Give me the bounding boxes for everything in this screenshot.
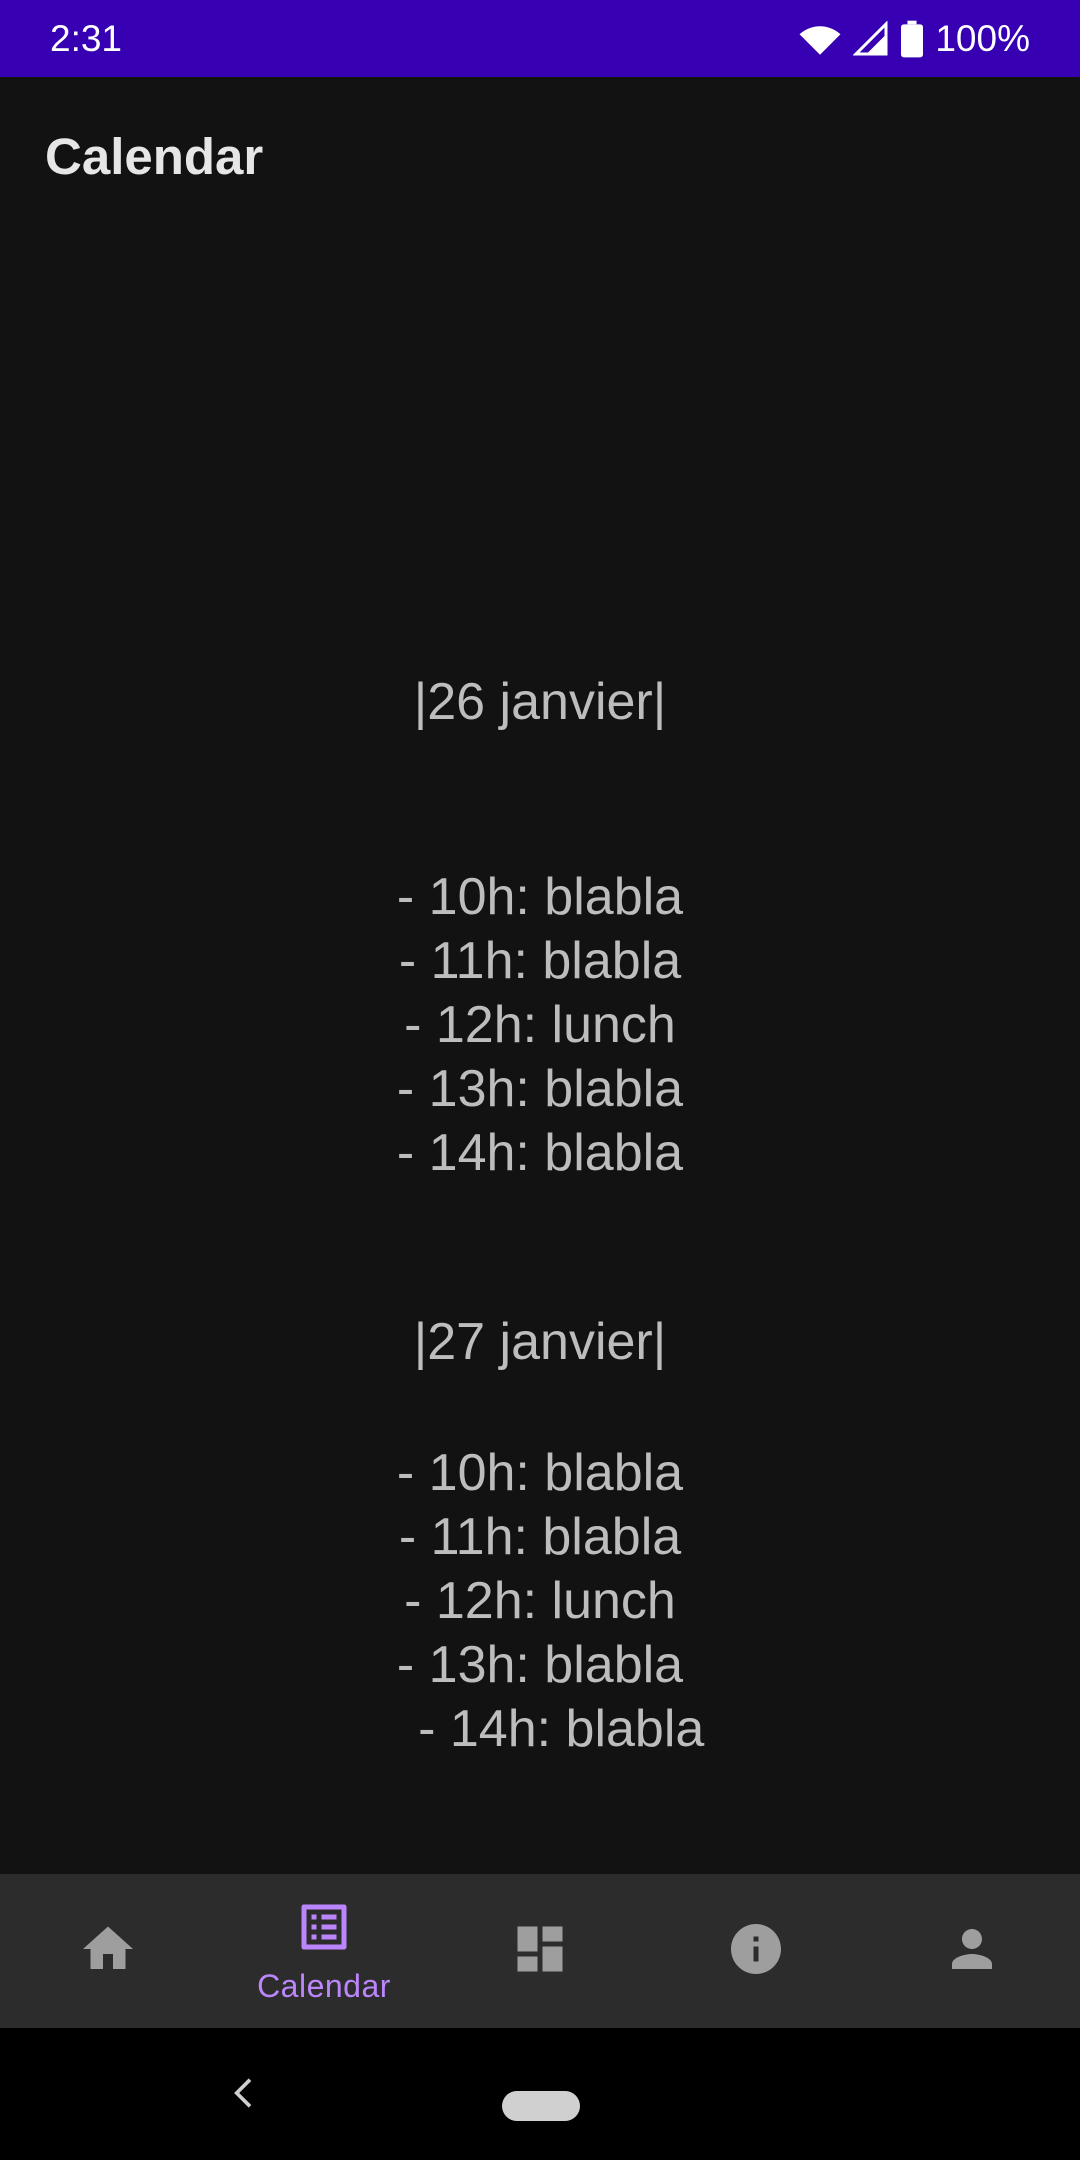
app-bar: Calendar [0,77,1080,237]
nav-item-info[interactable] [648,1874,864,2028]
schedule-entry: - 13h: blabla [396,1060,684,1118]
status-icons: 100% [799,18,1030,60]
battery-icon [901,20,924,58]
wifi-icon [799,22,841,56]
dashboard-icon [510,1919,570,1984]
schedule-entry: - 14h: blabla [396,1124,684,1182]
schedule-entry: - 12h: lunch [404,996,676,1054]
home-pill[interactable] [502,2091,580,2121]
nav-item-home[interactable] [0,1874,216,2028]
cell-signal-icon [853,20,889,57]
nav-item-calendar[interactable]: Calendar [216,1874,432,2028]
day-heading: |26 janvier| [413,673,667,731]
day-schedule: - 10h: blabla - 11h: blabla - 12h: lunch… [0,1441,1080,1761]
day-schedule: - 10h: blabla - 11h: blabla - 12h: lunch… [0,865,1080,1185]
page-title: Calendar [45,128,264,185]
status-bar: 2:31 100% [0,0,1080,77]
schedule-entry: - 13h: blabla [396,1636,684,1694]
schedule-entry: - 10h: blabla [396,1444,684,1502]
nav-item-profile[interactable] [864,1874,1080,2028]
schedule-entry: - 10h: blabla [396,868,684,926]
person-icon [942,1919,1002,1984]
info-icon [726,1919,786,1984]
schedule-entry: - 12h: lunch [404,1572,676,1630]
status-time: 2:31 [50,17,123,59]
back-icon[interactable] [225,2073,265,2113]
calendar-content: |26 janvier| - 10h: blabla - 11h: blabla… [0,237,1080,1874]
home-icon [78,1919,138,1984]
day-heading: |27 janvier| [413,1313,667,1371]
schedule-entry: - 11h: blabla [398,1508,682,1566]
bottom-navigation: Calendar [0,1874,1080,2028]
system-navigation-bar [0,2028,1080,2160]
schedule-entry: - 11h: blabla [398,932,682,990]
nav-label-calendar: Calendar [257,1968,391,2004]
nav-item-dashboard[interactable] [432,1874,648,2028]
schedule-entry: - 14h: blabla [403,1700,705,1758]
list-icon [294,1897,354,1962]
battery-percent: 100% [935,17,1030,59]
